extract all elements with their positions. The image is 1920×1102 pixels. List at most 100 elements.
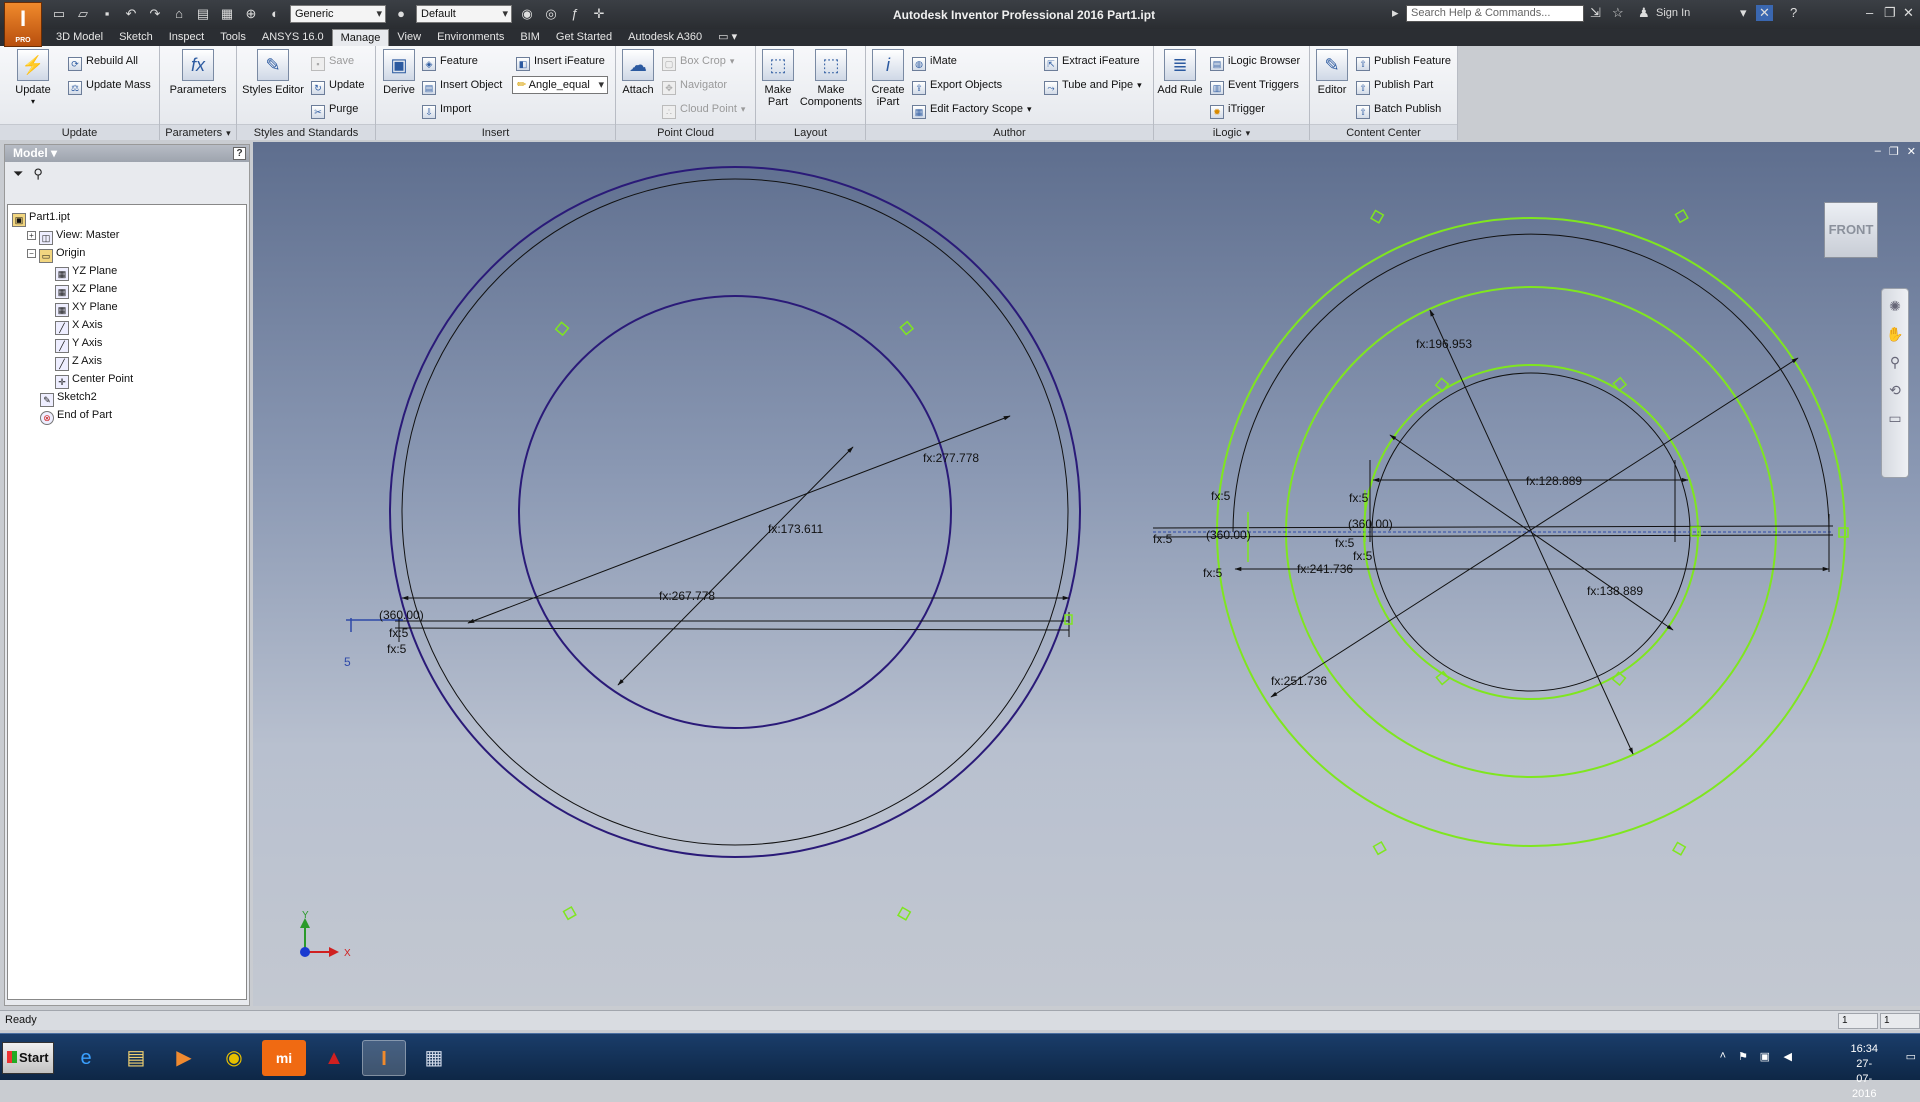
styles-editor-button[interactable]: ✎ Styles Editor xyxy=(241,49,305,96)
parameters-panel-label[interactable]: Parameters ▾ xyxy=(160,124,236,140)
autocad-icon[interactable]: ▲ xyxy=(312,1040,356,1076)
make-part-button[interactable]: ⬚ Make Part xyxy=(758,49,798,108)
expand-icon[interactable]: + xyxy=(27,231,36,240)
style-combo[interactable]: Generic xyxy=(290,5,386,23)
cloud-point-button[interactable]: ∴ Cloud Point ▾ xyxy=(662,100,745,119)
tab-tools[interactable]: Tools xyxy=(212,29,254,46)
batch-publish-button[interactable]: ⇧ Batch Publish xyxy=(1356,100,1441,119)
tab-3d-model[interactable]: 3D Model xyxy=(48,29,111,46)
mi-app-icon[interactable]: mi xyxy=(262,1040,306,1076)
show-desktop-icon[interactable]: ▭ xyxy=(1906,1050,1916,1063)
tree-node[interactable]: ╱ X Axis xyxy=(8,316,246,335)
ribbon-options-icon[interactable]: ▭ ▾ xyxy=(710,29,745,46)
media-player-icon[interactable]: ▶ xyxy=(162,1040,206,1076)
left-inner-diameter-dim[interactable] xyxy=(617,446,854,686)
right-fx5-label-f[interactable]: fx:5 xyxy=(1353,549,1373,563)
right-angle-label-b[interactable]: (360.00) xyxy=(1348,517,1393,531)
right-fx5-label-c[interactable]: fx:5 xyxy=(1203,566,1223,580)
project-icon[interactable]: ▤ xyxy=(194,5,212,23)
tab-sketch[interactable]: Sketch xyxy=(111,29,161,46)
sketch-canvas[interactable]: fx:277.778 fx:173.611 fx:267.778 (360.00… xyxy=(253,142,1920,1006)
right-fx5-label-a[interactable]: fx:5 xyxy=(1211,489,1231,503)
create-ipart-button[interactable]: i Create iPart xyxy=(868,49,908,108)
right-fx5-label-e[interactable]: fx:5 xyxy=(1335,536,1355,550)
exchange-apps-icon[interactable]: ✕ xyxy=(1756,5,1773,21)
file-explorer-icon[interactable]: ▤ xyxy=(114,1040,158,1076)
left-line-lower[interactable] xyxy=(394,627,1070,631)
box-crop-button[interactable]: ▢ Box Crop ▾ xyxy=(662,52,734,71)
calculator-icon[interactable]: ▦ xyxy=(412,1040,456,1076)
tree-node[interactable]: ✛ Center Point xyxy=(8,370,246,389)
left-driven-dim[interactable]: 5 xyxy=(344,655,351,669)
insert-ifeature-button[interactable]: ◧ Insert iFeature xyxy=(516,52,605,71)
chrome-icon[interactable]: ◉ xyxy=(212,1040,256,1076)
fx-icon[interactable]: ƒ xyxy=(566,5,584,23)
left-inner-circle[interactable] xyxy=(518,295,952,729)
right-dim-138-label[interactable]: fx:138.889 xyxy=(1587,584,1643,598)
content-center-editor-button[interactable]: ✎ Editor xyxy=(1312,49,1352,96)
navigator-button[interactable]: ✥ Navigator xyxy=(662,76,727,95)
user-icon[interactable]: ♟ xyxy=(1638,5,1650,21)
zoom-icon[interactable]: ⚲ xyxy=(1884,351,1906,373)
export-objects-button[interactable]: ⇪ Export Objects xyxy=(912,76,1002,95)
tree-node[interactable]: ▦ YZ Plane xyxy=(8,262,246,281)
material-icon[interactable]: ◉ xyxy=(518,5,536,23)
tree-node[interactable]: ✎ Sketch2 xyxy=(8,388,246,407)
publish-feature-button[interactable]: ⇧ Publish Feature xyxy=(1356,52,1451,71)
tab-environments[interactable]: Environments xyxy=(429,29,512,46)
insert-object-button[interactable]: ▤ Insert Object xyxy=(422,76,502,95)
right-fx5-label-d[interactable]: fx:5 xyxy=(1349,491,1369,505)
tree-node[interactable]: ▣ Part1.ipt xyxy=(8,208,246,227)
left-outer-circle[interactable] xyxy=(389,166,1081,858)
clock[interactable]: 16:34 27-07-2016 xyxy=(1850,1042,1878,1102)
ilogic-panel-label[interactable]: iLogic ▾ xyxy=(1154,124,1309,140)
network-icon[interactable]: ▣ xyxy=(1760,1050,1770,1063)
appearance-combo[interactable]: Default xyxy=(416,5,512,23)
search-arrow-icon[interactable]: ▸ xyxy=(1392,5,1399,21)
measure-icon[interactable]: ⊕ xyxy=(242,5,260,23)
extract-ifeature-button[interactable]: ⇱ Extract iFeature xyxy=(1044,52,1140,71)
right-fx5-label-b[interactable]: fx:5 xyxy=(1153,532,1173,546)
update-styles-button[interactable]: ↻ Update xyxy=(311,76,364,95)
tab-autodesk-a360[interactable]: Autodesk A360 xyxy=(620,29,710,46)
left-offset-circle[interactable] xyxy=(401,178,1069,846)
add-rule-button[interactable]: ≣ Add Rule xyxy=(1156,49,1204,96)
redo-icon[interactable]: ↷ xyxy=(146,5,164,23)
tab-bim[interactable]: BIM xyxy=(512,29,548,46)
left-inner-dim-label[interactable]: fx:173.611 xyxy=(768,522,823,536)
application-menu-button[interactable]: I PRO xyxy=(4,2,42,47)
undo-icon[interactable]: ↶ xyxy=(122,5,140,23)
left-outer-diameter-dim[interactable] xyxy=(467,415,1011,624)
angle-combo[interactable]: ✏ Angle_equal xyxy=(512,76,608,94)
tray-expand-icon[interactable]: ˄ xyxy=(1720,1050,1726,1062)
tab-get-started[interactable]: Get Started xyxy=(548,29,620,46)
left-sketch[interactable]: fx:277.778 fx:173.611 fx:267.778 (360.00… xyxy=(344,166,1081,921)
tab-view[interactable]: View xyxy=(389,29,429,46)
help-icon[interactable]: ? xyxy=(1790,5,1797,20)
imate-button[interactable]: ◍ iMate xyxy=(912,52,957,71)
parameters-button[interactable]: fx Parameters xyxy=(165,49,231,96)
left-angle-label[interactable]: (360.00) xyxy=(379,608,424,622)
save-styles-button[interactable]: ▪ Save xyxy=(311,52,354,71)
tree-node[interactable]: ▦ XY Plane xyxy=(8,298,246,317)
adjust-icon[interactable]: ✛ xyxy=(590,5,608,23)
find-icon[interactable]: ⚲ xyxy=(33,166,43,182)
search-input[interactable]: Search Help & Commands... xyxy=(1406,5,1584,22)
expand-icon[interactable]: − xyxy=(27,249,36,258)
look-at-icon[interactable]: ▭ xyxy=(1884,407,1906,429)
update-mass-button[interactable]: ⚖ Update Mass xyxy=(68,76,151,95)
tab-manage[interactable]: Manage xyxy=(331,29,390,46)
viewport-minimize-icon[interactable]: – xyxy=(1875,145,1881,158)
sign-in-link[interactable]: Sign In xyxy=(1656,7,1690,19)
browser-header[interactable]: Model ▾ ? xyxy=(5,145,249,162)
make-components-button[interactable]: ⬚ Make Components xyxy=(796,49,866,108)
tab-inspect[interactable]: Inspect xyxy=(161,29,212,46)
minimize-icon[interactable]: – xyxy=(1866,5,1873,20)
new-icon[interactable]: ▭ xyxy=(50,5,68,23)
orbit-icon[interactable]: ⟲ xyxy=(1884,379,1906,401)
rebuild-all-button[interactable]: ⟳ Rebuild All xyxy=(68,52,138,71)
flag-icon[interactable]: ⚑ xyxy=(1738,1050,1748,1063)
import-button[interactable]: ⇩ Import xyxy=(422,100,471,119)
edit-factory-scope-button[interactable]: ▦ Edit Factory Scope ▾ xyxy=(912,100,1031,119)
tree-node[interactable]: ▦ XZ Plane xyxy=(8,280,246,299)
